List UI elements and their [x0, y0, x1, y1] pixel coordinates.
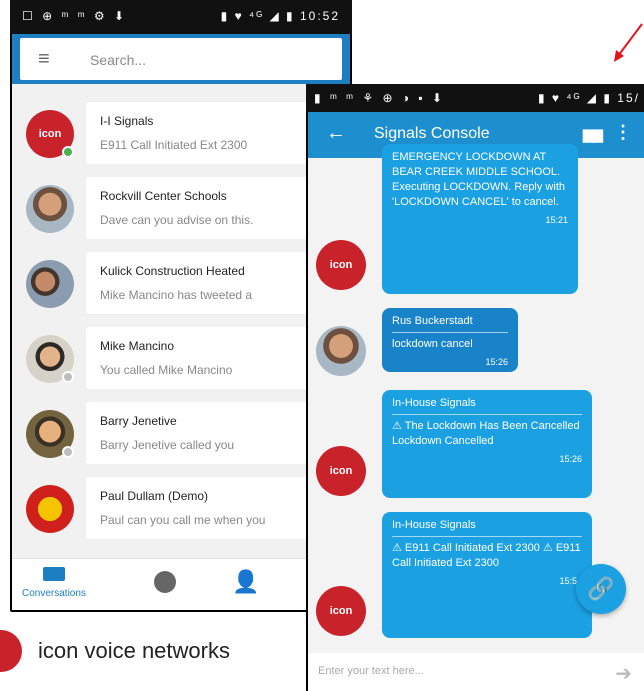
logo-text: icon voice networks [38, 638, 230, 663]
message-sender: Rus Buckerstadt [392, 314, 508, 333]
status-bar: ▮ ᵐ ᵐ ⚘ ⊕ ◑ ▪ ⬇ ▮ ♥ ⁴ᴳ ◢ ▮ 15/ [306, 84, 644, 112]
message-text: ⚠ E911 Call Initiated Ext 2300 ⚠ E911 Ca… [392, 542, 581, 569]
sender-avatar [316, 326, 366, 376]
avatar [26, 485, 74, 533]
message-sender: In-House Signals [392, 396, 582, 415]
page-title: Signals Console [374, 125, 490, 142]
send-icon[interactable]: ➔ [615, 661, 632, 686]
status-icons-left: ☐ ⊕ ᵐ ᵐ ⚙ ⬇ [22, 9, 128, 23]
message-input[interactable]: Enter your text here... [318, 665, 424, 677]
message-text: ⚠ The Lockdown Has Been Cancelled Lockdo… [392, 420, 580, 447]
conversation-preview: E911 Call Initiated Ext 2300 [100, 138, 248, 152]
nav-contacts[interactable]: 👤 [232, 569, 259, 595]
status-bar: ☐ ⊕ ᵐ ᵐ ⚙ ⬇ ▮ ♥ ⁴ᴳ ◢ ▮ 10:52 [10, 0, 352, 34]
message-sender: In-House Signals [392, 518, 582, 537]
conversation-item[interactable]: icon I-I Signals E911 Call Initiated Ext… [12, 96, 350, 171]
globe-icon [154, 571, 176, 593]
message-bubble: EMERGENCY LOCKDOWN AT BEAR CREEK MIDDLE … [382, 144, 578, 294]
nav-conversations-label: Conversations [22, 588, 86, 599]
group-icon[interactable]: ▆▆ [583, 125, 603, 143]
status-icons-right: ▮ ♥ ⁴ᴳ ◢ ▮ 10:52 [220, 9, 340, 23]
sender-avatar: icon [316, 446, 366, 496]
conversation-item[interactable]: Barry Jenetive Barry Jenetive called you… [12, 396, 350, 471]
message-text: lockdown cancel [392, 338, 473, 350]
back-arrow-icon[interactable]: ← [326, 122, 346, 145]
conversation-preview: Dave can you advise on this. [100, 213, 254, 227]
avatar [26, 185, 74, 233]
sender-avatar: icon [316, 240, 366, 290]
nav-globe[interactable] [154, 571, 176, 598]
search-header: ≡ Search... [12, 34, 350, 84]
right-phone: ▮ ᵐ ᵐ ⚘ ⊕ ◑ ▪ ⬇ ▮ ♥ ⁴ᴳ ◢ ▮ 15/ ← Signals… [306, 84, 644, 691]
logo-mark-icon [0, 630, 22, 672]
conversation-name: I-I Signals [100, 114, 154, 128]
person-icon: 👤 [232, 569, 260, 594]
pointer-arrow-icon [614, 23, 643, 62]
chat-icon [42, 567, 65, 581]
signals-console-screen: ← Signals Console ▆▆ ⋮ icon EMERGENCY LO… [308, 112, 644, 691]
conversation-item[interactable]: Paul Dullam (Demo) Paul can you call me … [12, 471, 350, 546]
menu-icon[interactable]: ≡ [38, 49, 50, 69]
conversation-preview: You called Mike Mancino [100, 363, 233, 377]
conversation-name: Barry Jenetive [100, 414, 177, 428]
conversation-item[interactable]: Kulick Construction Heated Mike Mancino … [12, 246, 350, 321]
offline-status-dot [62, 371, 74, 383]
nav-conversations[interactable]: Conversations [22, 567, 86, 599]
message-composer: Enter your text here... ➔ [308, 653, 644, 691]
sender-avatar: icon [316, 586, 366, 636]
message-time: 15:54 [559, 576, 582, 586]
attach-link-button[interactable]: 🔗 [576, 564, 626, 614]
conversation-preview: Barry Jenetive called you [100, 438, 235, 452]
conversation-name: Kulick Construction Heated [100, 264, 245, 278]
message-time: 15:26 [559, 454, 582, 464]
conversation-name: Paul Dullam (Demo) [100, 489, 209, 503]
conversation-preview: Mike Mancino has tweeted a [100, 288, 253, 302]
conversation-preview: Paul can you call me when you [100, 513, 266, 527]
company-logo: icon voice networks [0, 624, 300, 680]
message-bubble: In-House Signals ⚠ The Lockdown Has Been… [382, 390, 592, 498]
message-time: 15:21 [545, 215, 568, 225]
conversation-list: icon I-I Signals E911 Call Initiated Ext… [12, 96, 350, 546]
more-options-icon[interactable]: ⋮ [614, 122, 632, 143]
message-text: EMERGENCY LOCKDOWN AT BEAR CREEK MIDDLE … [392, 151, 565, 208]
search-box[interactable]: ≡ Search... [20, 38, 342, 80]
status-icons-left: ▮ ᵐ ᵐ ⚘ ⊕ ◑ ▪ ⬇ [314, 91, 446, 105]
status-icons-right: ▮ ♥ ⁴ᴳ ◢ ▮ 15/ [537, 91, 640, 105]
message-bubble: Rus Buckerstadt lockdown cancel 15:26 [382, 308, 518, 372]
avatar [26, 260, 74, 308]
conversation-name: Rockvill Center Schools [100, 189, 227, 203]
message-time: 15:26 [485, 357, 508, 367]
online-status-dot [62, 146, 74, 158]
conversation-item[interactable]: Mike Mancino You called Mike Mancino 12 [12, 321, 350, 396]
conversation-name: Mike Mancino [100, 339, 175, 353]
conversations-screen: ≡ Search... icon I-I Signals E911 Call I… [12, 34, 350, 610]
search-input[interactable]: Search... [90, 52, 146, 68]
bottom-navigation: Conversations 👤 [12, 558, 350, 610]
offline-status-dot [62, 446, 74, 458]
left-phone: ☐ ⊕ ᵐ ᵐ ⚙ ⬇ ▮ ♥ ⁴ᴳ ◢ ▮ 10:52 ≡ Search...… [10, 0, 352, 612]
message-bubble: In-House Signals ⚠ E911 Call Initiated E… [382, 512, 592, 638]
screenshot-stage: ☐ ⊕ ᵐ ᵐ ⚙ ⬇ ▮ ♥ ⁴ᴳ ◢ ▮ 10:52 ≡ Search...… [0, 0, 644, 691]
conversation-item[interactable]: Rockvill Center Schools Dave can you adv… [12, 171, 350, 246]
link-icon: 🔗 [587, 576, 615, 601]
